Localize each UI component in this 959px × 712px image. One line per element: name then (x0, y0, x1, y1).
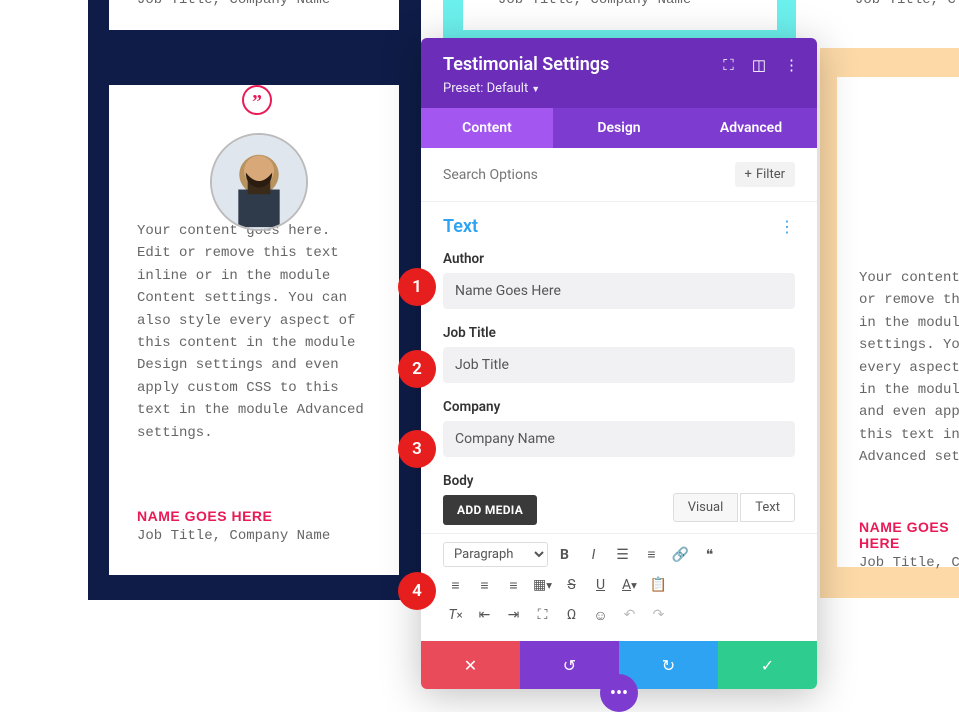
caret-down-icon: ▼ (531, 85, 540, 95)
special-char-icon[interactable]: Ω (559, 603, 584, 627)
expand-icon[interactable]: ⛶ (723, 56, 734, 74)
author-meta: Job Title, C (859, 555, 959, 571)
search-input[interactable] (443, 167, 735, 183)
number-list-icon[interactable]: ≡ (639, 543, 664, 567)
preset-dropdown[interactable]: Preset: Default▼ (443, 81, 795, 96)
author-name: NAME GOES HERE (137, 508, 371, 524)
search-row: +Filter (421, 148, 817, 202)
underline-icon[interactable]: U (588, 573, 613, 597)
field-label-author: Author (443, 251, 795, 267)
panel-header[interactable]: Testimonial Settings Preset: Default▼ ⛶ … (421, 38, 817, 108)
more-fab-button[interactable]: ••• (600, 674, 638, 712)
author-meta: Job Title, Company Name (137, 0, 371, 8)
field-label-company: Company (443, 399, 795, 415)
annotation-marker-3: 3 (398, 430, 436, 468)
kebab-menu-icon[interactable]: ⋮ (784, 56, 799, 74)
card-footer-top-mid: NAME GOES HERE Job Title, Company Name (463, 0, 777, 30)
cancel-button[interactable]: ✕ (421, 641, 520, 689)
author-meta: Job Title, Company Name (137, 528, 371, 544)
settings-panel: Testimonial Settings Preset: Default▼ ⛶ … (421, 38, 817, 689)
section-header: Text ⋮ (421, 202, 817, 243)
field-label-job: Job Title (443, 325, 795, 341)
redo-icon[interactable]: ↷ (646, 603, 671, 627)
paragraph-select[interactable]: Paragraph (443, 542, 548, 567)
bullet-list-icon[interactable]: ☰ (610, 543, 635, 567)
paste-icon[interactable]: 📋 (646, 573, 671, 597)
tab-content[interactable]: Content (421, 108, 553, 148)
section-menu-icon[interactable]: ⋮ (779, 217, 795, 236)
strike-icon[interactable]: S (559, 573, 584, 597)
author-name: NAME GOES HERE (859, 519, 959, 551)
company-input[interactable] (443, 421, 795, 457)
section-title: Text (443, 216, 478, 237)
quote-icon: ” (242, 85, 272, 115)
filter-button[interactable]: +Filter (735, 162, 795, 187)
annotation-marker-4: 4 (398, 572, 436, 610)
testimonial-text: Your content goes here. Edit or remove t… (137, 220, 371, 444)
link-icon[interactable]: 🔗 (668, 543, 693, 567)
table-icon[interactable]: ▦▾ (530, 573, 555, 597)
save-button[interactable]: ✓ (718, 641, 817, 689)
text-color-icon[interactable]: A▾ (617, 573, 642, 597)
annotation-marker-1: 1 (398, 268, 436, 306)
bold-icon[interactable]: B (552, 543, 577, 567)
emoji-icon[interactable]: ☺ (588, 603, 613, 627)
italic-icon[interactable]: I (581, 543, 606, 567)
job-title-input[interactable] (443, 347, 795, 383)
testimonial-body-right: Your content or remove th in the modul s… (837, 77, 959, 567)
plus-icon: + (745, 167, 752, 182)
card-footer-top-left: NAME GOES HERE Job Title, Company Name (109, 0, 399, 30)
indent-icon[interactable]: ⇥ (501, 603, 526, 627)
avatar (210, 133, 308, 231)
fullscreen-icon[interactable]: ⛶ (530, 603, 555, 627)
clear-format-icon[interactable]: T× (443, 603, 468, 627)
align-left-icon[interactable]: ≡ (443, 573, 468, 597)
quote-format-icon[interactable]: ❝ (697, 543, 722, 567)
add-media-button[interactable]: ADD MEDIA (443, 495, 537, 525)
field-label-body: Body (443, 473, 795, 489)
card-footer-top-right: NAME GOES HERE Job Title, C (855, 0, 959, 30)
editor-tab-visual[interactable]: Visual (673, 493, 739, 522)
editor-toolbar: Paragraph B I ☰ ≡ 🔗 ❝ ≡ ≡ ≡ ▦▾ S U A▾ 📋 … (421, 533, 817, 641)
panel-tabs: Content Design Advanced (421, 108, 817, 148)
tab-advanced[interactable]: Advanced (685, 108, 817, 148)
align-center-icon[interactable]: ≡ (472, 573, 497, 597)
testimonial-text: Your content or remove th in the modul s… (859, 267, 959, 469)
align-right-icon[interactable]: ≡ (501, 573, 526, 597)
annotation-marker-2: 2 (398, 350, 436, 388)
author-meta: Job Title, C (855, 0, 959, 8)
outdent-icon[interactable]: ⇤ (472, 603, 497, 627)
author-meta: Job Title, Company Name (498, 0, 742, 8)
undo-icon[interactable]: ↶ (617, 603, 642, 627)
author-input[interactable] (443, 273, 795, 309)
columns-icon[interactable]: ◫ (752, 56, 766, 74)
tab-design[interactable]: Design (553, 108, 685, 148)
editor-tab-text[interactable]: Text (740, 493, 795, 522)
